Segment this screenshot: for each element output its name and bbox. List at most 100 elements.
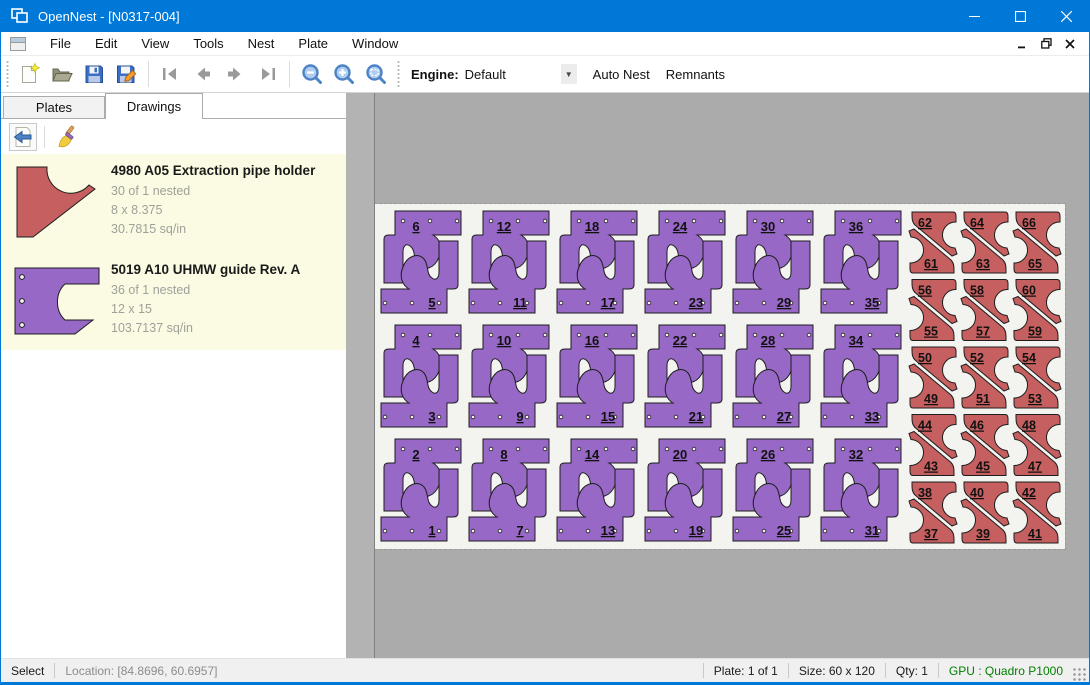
part-number-label: 39 bbox=[976, 527, 990, 541]
minimize-button[interactable] bbox=[951, 0, 997, 32]
red-part-pair[interactable]: 3837 bbox=[909, 482, 957, 543]
broom-button[interactable] bbox=[52, 123, 80, 151]
purple-part-pair[interactable]: 43 bbox=[381, 325, 461, 427]
purple-part-pair[interactable]: 3231 bbox=[821, 439, 901, 541]
part-number-label: 22 bbox=[673, 333, 687, 348]
purple-part-pair[interactable]: 1413 bbox=[557, 439, 637, 541]
zoom-out-button[interactable] bbox=[296, 59, 328, 89]
new-button[interactable] bbox=[14, 59, 46, 89]
purple-part-pair[interactable]: 2423 bbox=[645, 211, 725, 313]
purple-part-pair[interactable]: 3433 bbox=[821, 325, 901, 427]
red-part-pair[interactable]: 42 41 bbox=[1013, 482, 1061, 543]
mdi-close-button[interactable] bbox=[1059, 34, 1081, 54]
drawing-item[interactable]: 4980 A05 Extraction pipe holder30 of 1 n… bbox=[1, 154, 346, 253]
part-number-label: 61 bbox=[924, 257, 938, 271]
purple-part-pair[interactable]: 21 bbox=[381, 439, 461, 541]
back-arrow-button[interactable] bbox=[9, 123, 37, 151]
part-number-label: 15 bbox=[601, 409, 615, 424]
red-part-pair[interactable]: 6665 bbox=[1013, 212, 1061, 273]
purple-part-pair[interactable]: 65 bbox=[381, 211, 461, 313]
auto-nest-button[interactable]: Auto Nest bbox=[585, 62, 658, 87]
menu-edit[interactable]: Edit bbox=[83, 33, 129, 54]
menu-view[interactable]: View bbox=[129, 33, 181, 54]
part-number-label: 59 bbox=[1028, 325, 1042, 339]
purple-part-pair[interactable]: 2625 bbox=[733, 439, 813, 541]
plate[interactable]: 6512111817242330293635431091615222128273… bbox=[375, 204, 1065, 549]
save-button[interactable] bbox=[78, 59, 110, 89]
status-bar: Select Location: [84.8696, 60.6957] Plat… bbox=[1, 658, 1089, 682]
part-number-label: 2 bbox=[412, 447, 419, 462]
mdi-restore-button[interactable] bbox=[1035, 34, 1057, 54]
red-part-pair[interactable]: 6463 bbox=[961, 212, 1009, 273]
red-part-pair[interactable]: 5049 bbox=[909, 347, 957, 408]
resize-grip[interactable] bbox=[1073, 668, 1087, 682]
purple-part-pair[interactable]: 109 bbox=[469, 325, 549, 427]
mdi-document-icon[interactable] bbox=[10, 37, 26, 51]
go-first-button[interactable] bbox=[155, 59, 187, 89]
red-part-pair[interactable]: 4039 bbox=[961, 482, 1009, 543]
engine-combobox[interactable]: Default ▼ bbox=[465, 62, 585, 86]
menu-file[interactable]: File bbox=[38, 33, 83, 54]
part-number-label: 64 bbox=[970, 216, 984, 230]
purple-part-pair[interactable]: 2827 bbox=[733, 325, 813, 427]
red-part-pair[interactable]: 4847 bbox=[1013, 415, 1061, 476]
toolbar-gripper[interactable] bbox=[5, 61, 10, 87]
part-number-label: 35 bbox=[865, 295, 879, 310]
purple-part-pair[interactable]: 87 bbox=[469, 439, 549, 541]
part-number-label: 27 bbox=[777, 409, 791, 424]
panel-splitter[interactable] bbox=[346, 93, 375, 658]
purple-part-pair[interactable]: 3029 bbox=[733, 211, 813, 313]
red-part-pair[interactable]: 6261 bbox=[909, 212, 957, 273]
go-next-button[interactable] bbox=[219, 59, 251, 89]
purple-part-pair[interactable]: 3635 bbox=[821, 211, 901, 313]
maximize-button[interactable] bbox=[997, 0, 1043, 32]
purple-part-pair[interactable]: 2221 bbox=[645, 325, 725, 427]
tab-plates[interactable]: Plates bbox=[3, 96, 105, 119]
go-previous-icon bbox=[191, 62, 215, 86]
menu-nest[interactable]: Nest bbox=[236, 33, 287, 54]
red-part-pair[interactable]: 5655 bbox=[909, 280, 957, 341]
part-number-label: 41 bbox=[1028, 527, 1042, 541]
part-number-label: 48 bbox=[1022, 419, 1036, 433]
red-part-pair[interactable]: 5857 bbox=[961, 280, 1009, 341]
purple-part-pair[interactable]: 1615 bbox=[557, 325, 637, 427]
go-previous-button[interactable] bbox=[187, 59, 219, 89]
go-last-button[interactable] bbox=[251, 59, 283, 89]
purple-part-pair[interactable]: 2019 bbox=[645, 439, 725, 541]
red-part-pair[interactable]: 4443 bbox=[909, 415, 957, 476]
purple-part-pair[interactable]: 1211 bbox=[469, 211, 549, 313]
part-number-label: 18 bbox=[585, 219, 599, 234]
zoom-fit-button[interactable] bbox=[360, 59, 392, 89]
part-number-label: 49 bbox=[924, 392, 938, 406]
part-number-label: 3 bbox=[428, 409, 435, 424]
red-part-pair[interactable]: 5453 bbox=[1013, 347, 1061, 408]
part-number-label: 44 bbox=[918, 419, 932, 433]
red-part-pair[interactable]: 6059 bbox=[1013, 280, 1061, 341]
red-part-pair[interactable]: 5251 bbox=[961, 347, 1009, 408]
close-icon bbox=[1061, 11, 1072, 22]
toolbar-gripper-2[interactable] bbox=[396, 61, 401, 87]
menu-window[interactable]: Window bbox=[340, 33, 410, 54]
red-part-pair[interactable]: 4645 bbox=[961, 415, 1009, 476]
tab-drawings[interactable]: Drawings bbox=[105, 93, 203, 119]
part-number-label: 32 bbox=[849, 447, 863, 462]
chevron-down-icon[interactable]: ▼ bbox=[561, 64, 577, 84]
part-number-label: 33 bbox=[865, 409, 879, 424]
part-number-label: 37 bbox=[924, 527, 938, 541]
purple-part-pair[interactable]: 1817 bbox=[557, 211, 637, 313]
menu-tools[interactable]: Tools bbox=[181, 33, 235, 54]
nest-canvas[interactable]: 6512111817242330293635431091615222128273… bbox=[375, 93, 1089, 658]
part-number-label: 42 bbox=[1022, 486, 1036, 500]
remnants-button[interactable]: Remnants bbox=[658, 62, 733, 87]
menu-plate[interactable]: Plate bbox=[286, 33, 340, 54]
zoom-in-button[interactable] bbox=[328, 59, 360, 89]
save-as-button[interactable] bbox=[110, 59, 142, 89]
drawing-item[interactable]: 5019 A10 UHMW guide Rev. A36 of 1 nested… bbox=[1, 253, 346, 350]
part-number-label: 57 bbox=[976, 325, 990, 339]
drawings-panel: 4980 A05 Extraction pipe holder30 of 1 n… bbox=[1, 118, 346, 658]
close-button[interactable] bbox=[1043, 0, 1089, 32]
open-button[interactable] bbox=[46, 59, 78, 89]
part-number-label: 6 bbox=[412, 219, 419, 234]
mdi-minimize-button[interactable] bbox=[1011, 34, 1033, 54]
maximize-icon bbox=[1015, 11, 1026, 22]
